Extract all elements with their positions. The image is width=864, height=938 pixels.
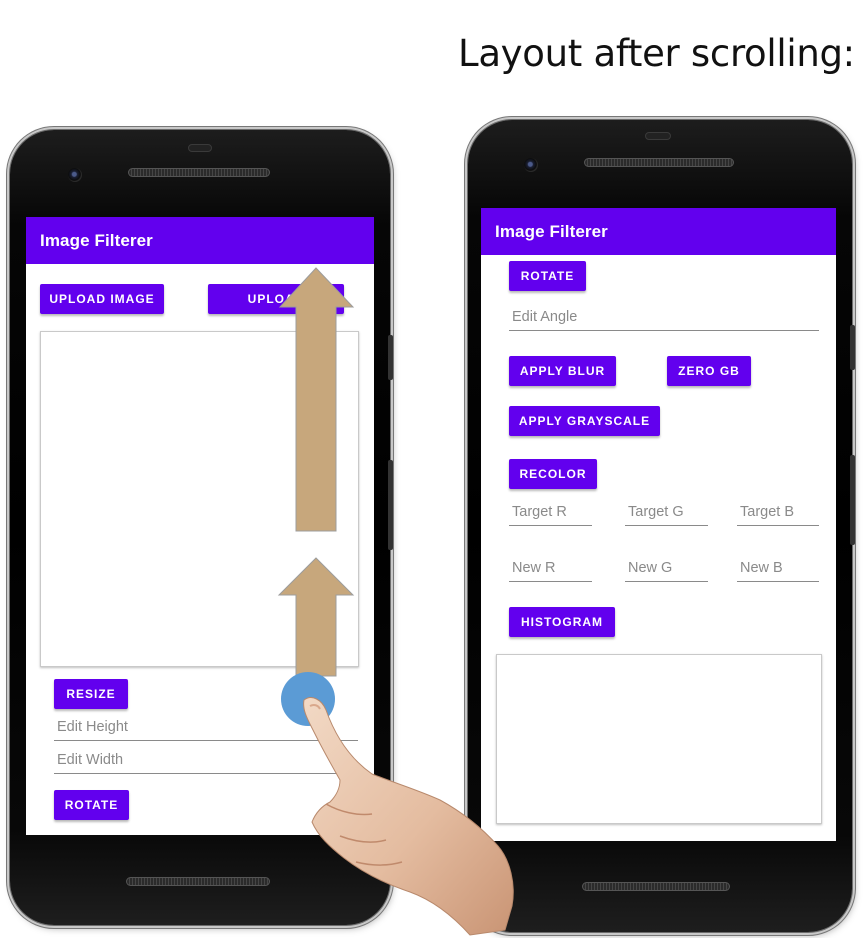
new-r-field[interactable]: New R — [509, 558, 592, 582]
earpiece — [645, 132, 671, 140]
histogram-preview — [496, 654, 822, 824]
power-button — [850, 455, 855, 545]
upload-image-button[interactable]: UPLOAD IMAGE — [40, 284, 164, 314]
target-g-field[interactable]: Target G — [625, 502, 708, 526]
target-b-field[interactable]: Target B — [737, 502, 819, 526]
recolor-button[interactable]: RECOLOR — [509, 459, 597, 489]
target-r-field[interactable]: Target R — [509, 502, 592, 526]
app-bar-title: Image Filterer — [481, 208, 836, 255]
resize-button[interactable]: RESIZE — [54, 679, 128, 709]
earpiece — [188, 144, 212, 152]
edit-height-field[interactable]: Edit Height — [54, 717, 358, 741]
rotate-button[interactable]: ROTATE — [509, 261, 586, 291]
screen-after-scroll[interactable]: Image Filterer ROTATE Edit Angle APPLY B… — [481, 208, 836, 841]
app-bar-title: Image Filterer — [26, 217, 374, 264]
new-g-field[interactable]: New G — [625, 558, 708, 582]
apply-grayscale-button[interactable]: APPLY GRAYSCALE — [509, 406, 660, 436]
edit-width-field[interactable]: Edit Width — [54, 750, 358, 774]
front-camera-icon — [68, 168, 82, 182]
histogram-button[interactable]: HISTOGRAM — [509, 607, 615, 637]
upload-second-button[interactable]: UPLOAD — [208, 284, 344, 314]
apply-blur-button[interactable]: APPLY BLUR — [509, 356, 616, 386]
bottom-speaker-grille — [126, 877, 270, 886]
new-b-field[interactable]: New B — [737, 558, 819, 582]
rotate-button[interactable]: ROTATE — [54, 790, 129, 820]
front-camera-icon — [524, 158, 538, 172]
edit-angle-field[interactable]: Edit Angle — [509, 307, 819, 331]
phone-after-scroll: Image Filterer ROTATE Edit Angle APPLY B… — [468, 120, 855, 932]
screen-before-scroll[interactable]: Image Filterer UPLOAD IMAGE UPLOAD RESIZ… — [26, 217, 374, 835]
volume-button — [388, 335, 393, 380]
volume-button — [850, 325, 855, 370]
top-speaker-grille — [584, 158, 734, 167]
top-speaker-grille — [128, 168, 270, 177]
zero-gb-button[interactable]: ZERO GB — [667, 356, 751, 386]
phone-before-scroll: Image Filterer UPLOAD IMAGE UPLOAD RESIZ… — [10, 130, 393, 925]
image-preview — [40, 331, 359, 667]
power-button — [388, 460, 393, 550]
bottom-speaker-grille — [582, 882, 730, 891]
caption-layout-after-scrolling: Layout after scrolling: — [458, 32, 855, 75]
